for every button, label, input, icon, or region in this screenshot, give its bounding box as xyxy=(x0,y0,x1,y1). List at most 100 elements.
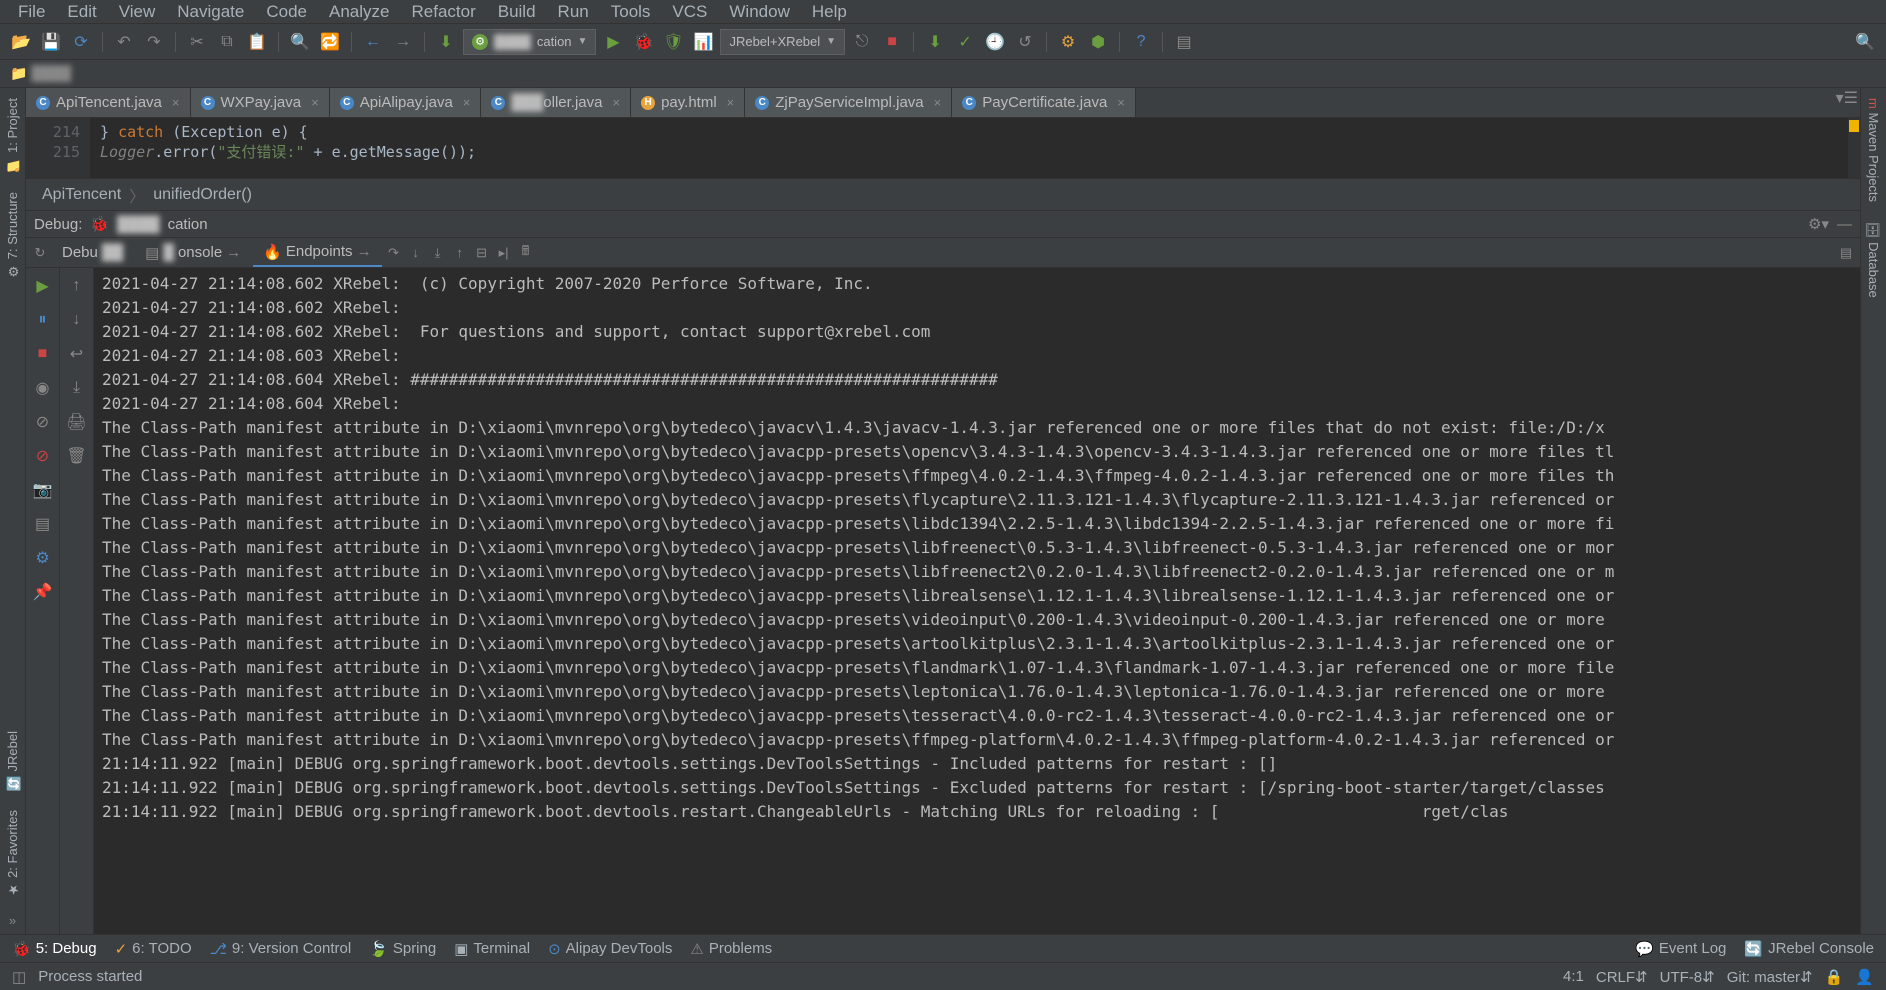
editor-tab[interactable]: CApiTencent.java× xyxy=(26,88,191,117)
breadcrumb-class[interactable]: ApiTencent xyxy=(42,186,121,204)
editor-tab[interactable]: C███oller.java× xyxy=(481,88,631,117)
alipay-bottom-tab[interactable]: ⊙Alipay DevTools xyxy=(548,940,672,958)
menu-refactor[interactable]: Refactor xyxy=(401,0,485,24)
close-icon[interactable]: × xyxy=(934,95,942,110)
up-icon[interactable]: ↑ xyxy=(65,274,89,298)
debug-settings-icon[interactable]: ⚙▾ xyxy=(1808,215,1829,233)
menu-navigate[interactable]: Navigate xyxy=(167,0,254,24)
paste-icon[interactable]: 📋 xyxy=(244,29,270,55)
close-icon[interactable]: × xyxy=(172,95,180,110)
close-icon[interactable]: × xyxy=(727,95,735,110)
favorites-tool-tab[interactable]: ★ 2: Favorites xyxy=(2,800,23,907)
stop-icon[interactable]: ■ xyxy=(879,29,905,55)
close-icon[interactable]: × xyxy=(1117,95,1125,110)
sdk-icon[interactable]: ⬢ xyxy=(1085,29,1111,55)
todo-bottom-tab[interactable]: ✓6: TODO xyxy=(115,940,192,958)
rerun-icon[interactable]: ↻ xyxy=(30,243,50,263)
jrebel-dropdown[interactable]: JRebel+XRebel ▼ xyxy=(720,29,845,55)
no-icon[interactable]: ⊘ xyxy=(31,444,55,468)
close-icon[interactable]: × xyxy=(311,95,319,110)
lock-icon[interactable]: 🔒 xyxy=(1825,968,1844,986)
line-separator[interactable]: CRLF⇵ xyxy=(1596,968,1648,986)
menu-code[interactable]: Code xyxy=(256,0,317,24)
vcs-history-icon[interactable]: 🕘 xyxy=(982,29,1008,55)
file-encoding[interactable]: UTF-8⇵ xyxy=(1660,968,1715,986)
undo-icon[interactable]: ↶ xyxy=(111,29,137,55)
soft-wrap-icon[interactable]: ↩ xyxy=(65,342,89,366)
help-icon[interactable]: ? xyxy=(1128,29,1154,55)
maven-tool-tab[interactable]: m Maven Projects xyxy=(1863,88,1884,212)
step-out-icon[interactable]: ↑ xyxy=(450,243,470,263)
back-icon[interactable]: ← xyxy=(360,29,386,55)
pause-icon[interactable]: ⏸ xyxy=(31,308,55,332)
close-icon[interactable]: × xyxy=(612,95,620,110)
editor-tab[interactable]: CWXPay.java× xyxy=(191,88,330,117)
copy-icon[interactable]: ⧉ xyxy=(214,29,240,55)
scroll-end-icon[interactable]: ⤓ xyxy=(65,376,89,400)
attach-icon[interactable]: ⎋ xyxy=(849,29,875,55)
vcs-revert-icon[interactable]: ↺ xyxy=(1012,29,1038,55)
console-tab[interactable]: ▤█onsole→ xyxy=(135,240,251,266)
print-icon[interactable]: 🖨 xyxy=(65,410,89,434)
force-step-icon[interactable]: ⤓ xyxy=(428,243,448,263)
jrebel-console-tab[interactable]: 🔄JRebel Console xyxy=(1744,940,1874,958)
git-branch[interactable]: Git: master⇵ xyxy=(1727,968,1813,986)
editor-tab[interactable]: CApiAlipay.java× xyxy=(330,88,482,117)
run-icon[interactable]: ▶ xyxy=(600,29,626,55)
find-icon[interactable]: 🔍 xyxy=(287,29,313,55)
database-tool-tab[interactable]: 🗄 Database xyxy=(1863,212,1884,308)
replace-icon[interactable]: 🔁 xyxy=(317,29,343,55)
profile-icon[interactable]: 📊 xyxy=(690,29,716,55)
breadcrumb-method[interactable]: unifiedOrder() xyxy=(153,186,252,204)
endpoints-tab[interactable]: 🔥Endpoints→ xyxy=(253,239,381,267)
menu-vcs[interactable]: VCS xyxy=(662,0,717,24)
editor-tab[interactable]: CPayCertificate.java× xyxy=(952,88,1136,117)
redo-icon[interactable]: ↷ xyxy=(141,29,167,55)
cut-icon[interactable]: ✂ xyxy=(184,29,210,55)
layout-icon[interactable]: ▤ xyxy=(1836,243,1856,263)
drop-frame-icon[interactable]: ⊟ xyxy=(472,243,492,263)
settings-2-icon[interactable]: ⚙ xyxy=(31,546,55,570)
editor-tab[interactable]: Hpay.html× xyxy=(631,88,745,117)
mute-breakpoints-icon[interactable]: ⊘ xyxy=(31,410,55,434)
search-everywhere-icon[interactable]: 🔍 xyxy=(1852,29,1878,55)
menu-file[interactable]: File xyxy=(8,0,55,24)
code-content[interactable]: } catch (Exception e) { Logger.error("支付… xyxy=(90,118,1860,178)
menu-edit[interactable]: Edit xyxy=(57,0,106,24)
menu-analyze[interactable]: Analyze xyxy=(319,0,399,24)
evaluate-icon[interactable]: 🖩 xyxy=(516,243,536,263)
resume-icon[interactable]: ▶ xyxy=(31,274,55,298)
vcs-bottom-tab[interactable]: ⎇9: Version Control xyxy=(210,940,352,958)
step-over-icon[interactable]: ↷ xyxy=(384,243,404,263)
tabs-dropdown-icon[interactable]: ▾☰ xyxy=(1834,88,1860,117)
build-icon[interactable]: ⬇ xyxy=(433,29,459,55)
terminal-bottom-tab[interactable]: ▣Terminal xyxy=(454,940,530,958)
step-into-icon[interactable]: ↓ xyxy=(406,243,426,263)
menu-help[interactable]: Help xyxy=(802,0,857,24)
debug-hide-icon[interactable]: — xyxy=(1837,216,1852,233)
debug-icon[interactable]: 🐞 xyxy=(630,29,656,55)
presentation-icon[interactable]: ▤ xyxy=(1171,29,1197,55)
structure-tool-tab[interactable]: ⚙ 7: Structure xyxy=(2,182,23,288)
camera-icon[interactable]: 📷 xyxy=(31,478,55,502)
run-config-dropdown[interactable]: ⚙ ████ cation ▼ xyxy=(463,29,596,55)
eventlog-bottom-tab[interactable]: 💬Event Log xyxy=(1635,940,1726,958)
pin-icon[interactable]: 📌 xyxy=(31,580,55,604)
vcs-update-icon[interactable]: ⬇ xyxy=(922,29,948,55)
jrebel-tool-tab[interactable]: 🔄 JRebel xyxy=(2,721,23,801)
editor-area[interactable]: 214 215 } catch (Exception e) { Logger.e… xyxy=(26,118,1860,178)
window-icon[interactable]: ◫ xyxy=(12,968,26,986)
view-breakpoints-icon[interactable]: ◉ xyxy=(31,376,55,400)
close-icon[interactable]: × xyxy=(463,95,471,110)
clear-icon[interactable]: 🗑 xyxy=(65,444,89,468)
stop-icon[interactable]: ■ xyxy=(31,342,55,366)
more-tools-icon[interactable]: » xyxy=(9,907,16,934)
debug-bottom-tab[interactable]: 🐞5: Debug xyxy=(12,940,97,958)
cursor-position[interactable]: 4:1 xyxy=(1563,968,1584,985)
menu-build[interactable]: Build xyxy=(488,0,546,24)
open-icon[interactable]: 📂 xyxy=(8,29,34,55)
error-stripe[interactable] xyxy=(1848,118,1860,178)
project-tool-tab[interactable]: 📁 1: Project xyxy=(2,88,23,182)
save-icon[interactable]: 💾 xyxy=(38,29,64,55)
menu-view[interactable]: View xyxy=(109,0,166,24)
